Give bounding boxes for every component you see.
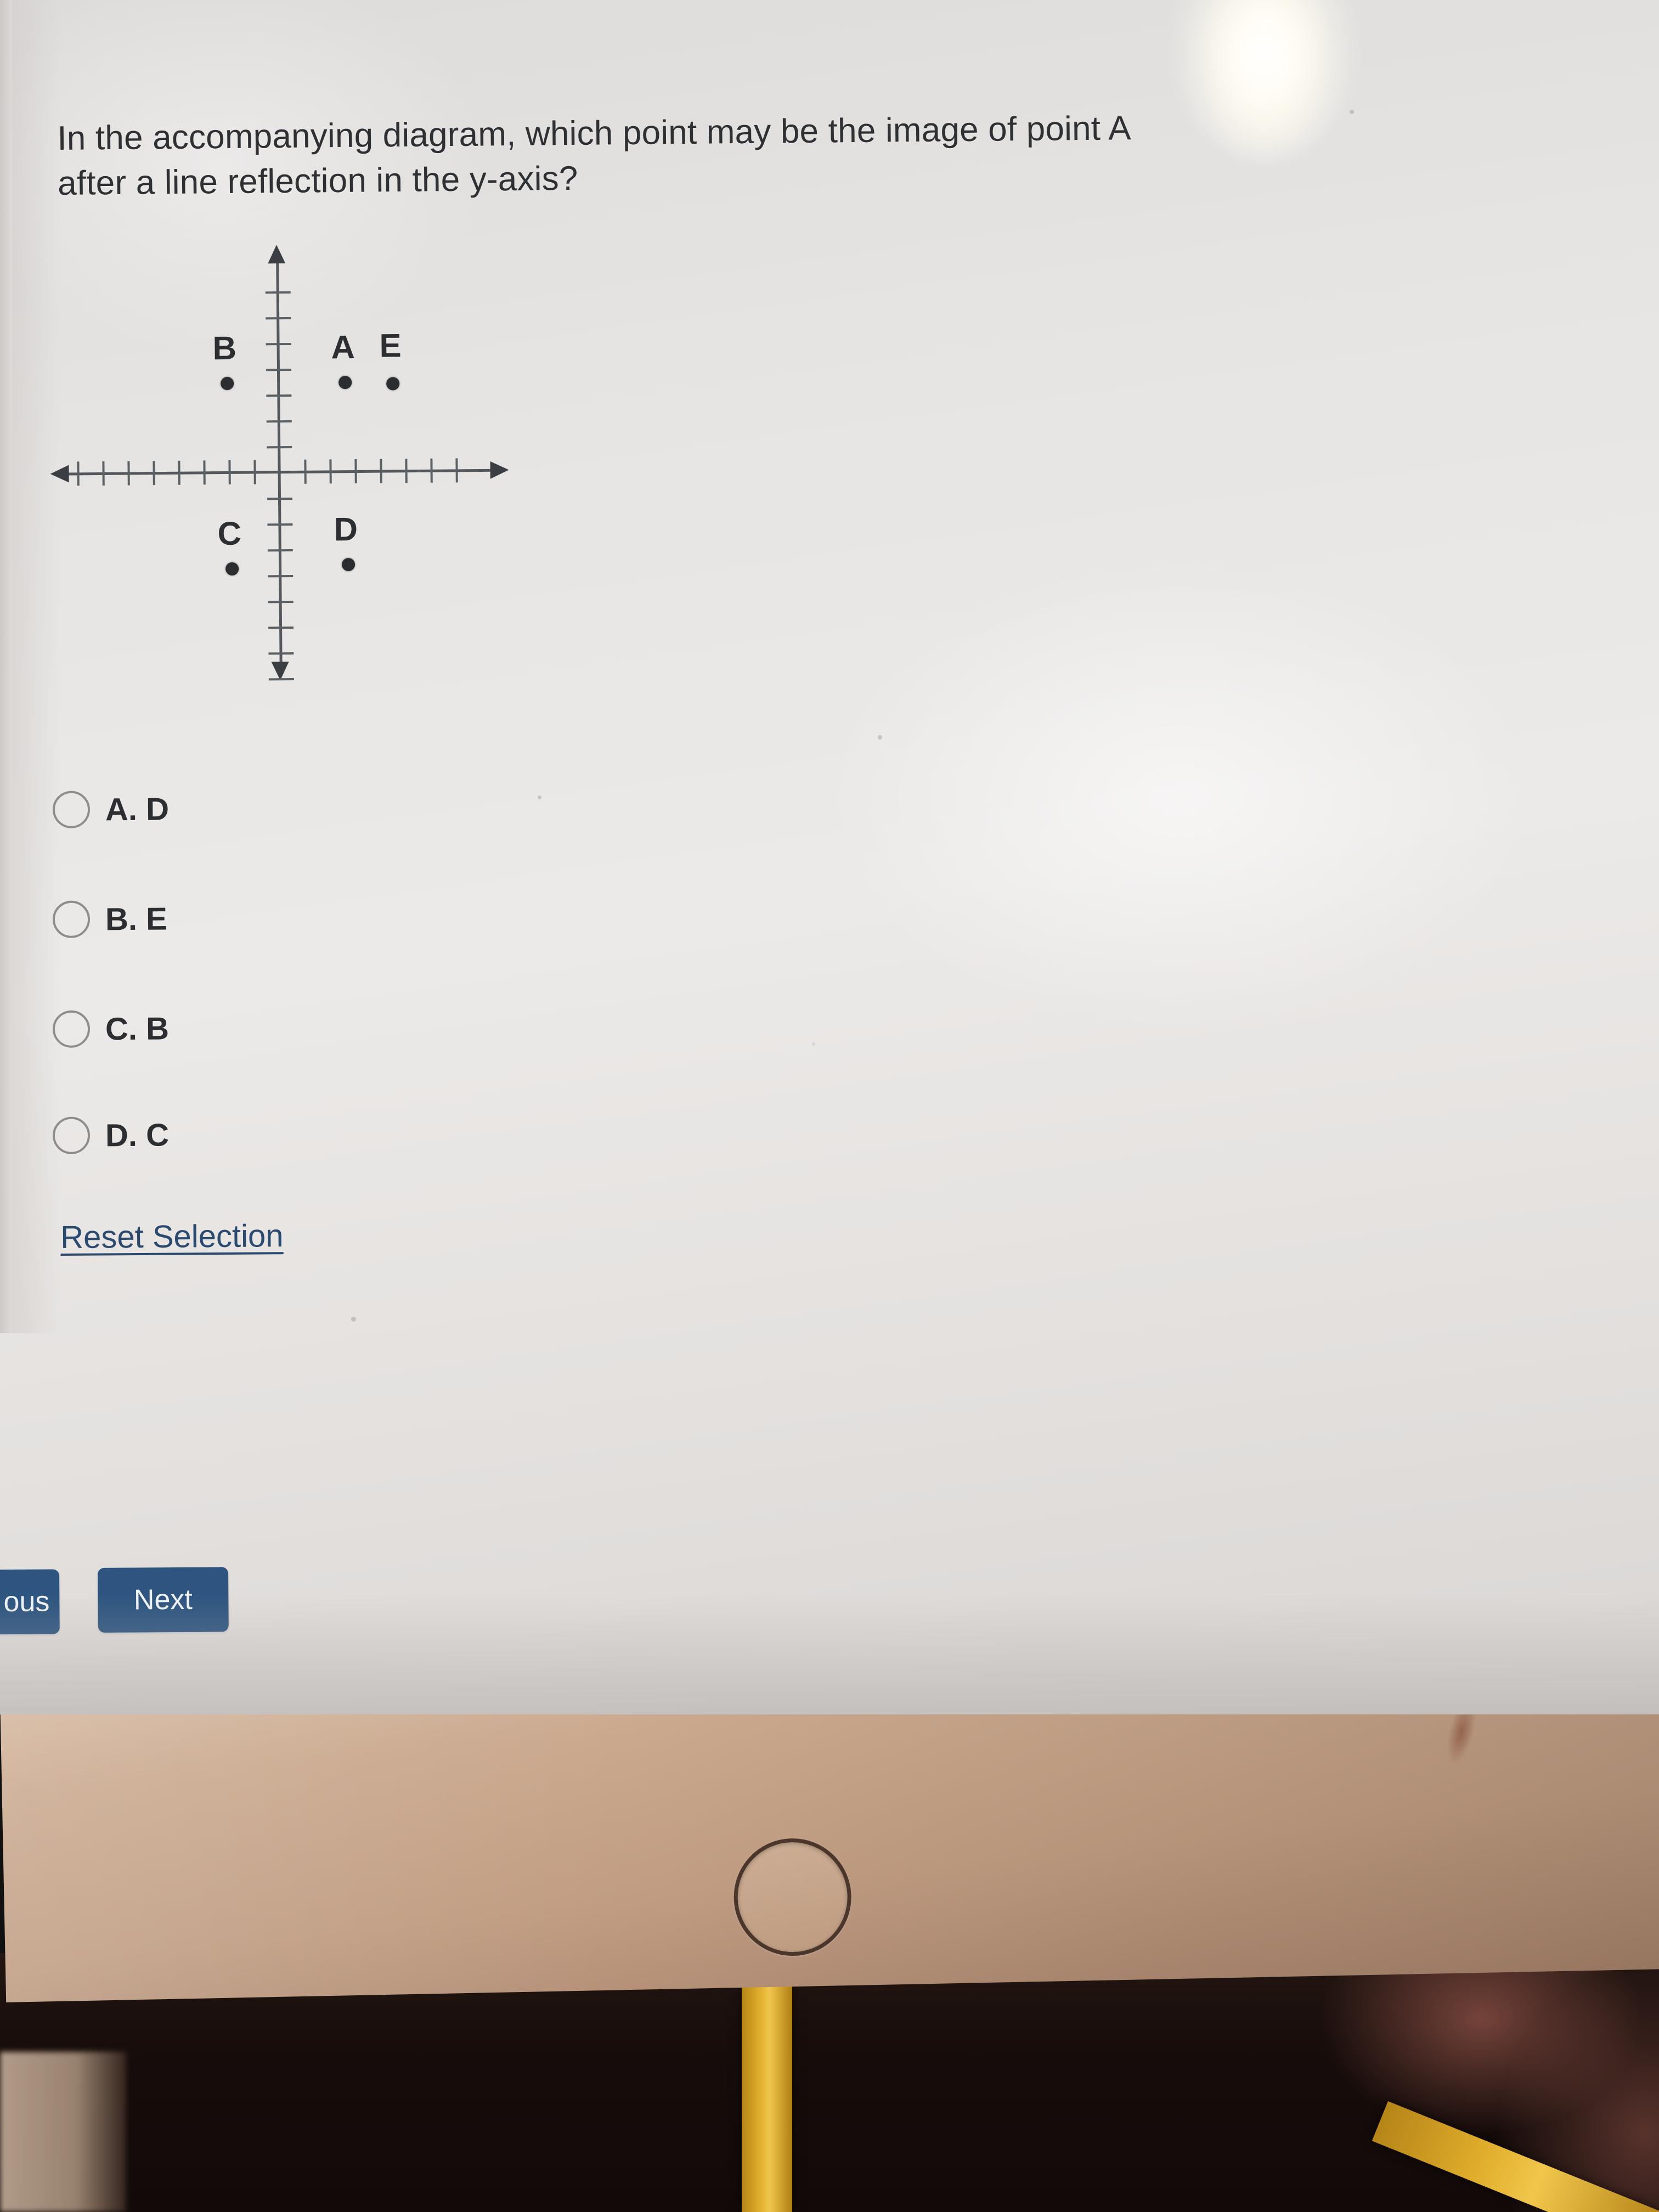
x-axis-right-arrow <box>490 461 509 479</box>
radio-button-d[interactable] <box>52 1116 91 1154</box>
answer-option-b-label: B. E <box>105 901 168 937</box>
graph-point-a <box>338 376 352 390</box>
y-axis-tick <box>268 574 294 578</box>
x-axis-tick <box>228 460 231 484</box>
y-axis-tick <box>268 626 294 629</box>
x-axis-tick <box>430 458 433 483</box>
coordinate-plane-diagram: B A E C D <box>38 242 536 686</box>
y-axis-tick <box>266 342 291 346</box>
tablet-screen: In the accompanying diagram, which point… <box>0 0 1659 1714</box>
y-axis-tick <box>266 394 292 397</box>
answer-option-a-label: A. D <box>105 791 170 827</box>
x-axis-left-arrow <box>50 465 69 483</box>
y-axis-tick <box>268 652 294 655</box>
reset-selection-link[interactable]: Reset Selection <box>60 1217 284 1256</box>
graph-point-b <box>221 376 234 391</box>
answer-option-c-label: C. B <box>105 1011 170 1047</box>
y-axis-tick <box>268 678 294 681</box>
y-axis-tick <box>267 497 293 500</box>
x-axis-tick <box>203 460 206 485</box>
x-axis-tick <box>455 458 458 483</box>
x-axis-tick <box>380 459 382 483</box>
y-axis-tick <box>267 549 293 552</box>
radio-button-a[interactable] <box>52 791 91 828</box>
x-axis-tick <box>102 461 105 486</box>
y-axis-tick <box>266 368 291 371</box>
y-axis-up-arrow <box>267 245 286 264</box>
pencil <box>742 1975 792 2212</box>
graph-label-a: A <box>331 328 356 366</box>
graph-point-d <box>341 557 356 572</box>
y-axis-tick <box>266 420 292 423</box>
y-axis-tick <box>265 291 291 294</box>
x-axis-tick <box>354 459 357 483</box>
x-axis-tick <box>178 460 180 485</box>
radio-button-c[interactable] <box>52 1010 91 1048</box>
graph-label-d: D <box>334 510 358 548</box>
answer-option-d[interactable]: D. C <box>52 1109 170 1162</box>
previous-button-label: ous <box>3 1585 50 1618</box>
graph-label-c: C <box>217 515 242 552</box>
y-axis-tick <box>268 600 294 603</box>
x-axis-tick <box>253 460 256 484</box>
quiz-content: In the accompanying diagram, which point… <box>0 0 1659 1714</box>
x-axis-tick <box>127 461 130 486</box>
graph-label-e: E <box>379 327 402 364</box>
floor-edge <box>0 2052 126 2212</box>
graph-label-b: B <box>212 329 237 367</box>
x-axis-tick <box>304 459 307 484</box>
y-axis-tick <box>267 523 293 526</box>
answer-option-c[interactable]: C. B <box>52 1002 170 1056</box>
next-button[interactable]: Next <box>98 1567 229 1633</box>
graph-point-c <box>225 562 239 576</box>
y-axis-tick <box>266 317 291 320</box>
radio-button-b[interactable] <box>52 900 91 938</box>
x-axis-tick <box>329 459 332 484</box>
question-text: In the accompanying diagram, which point… <box>57 102 1539 207</box>
next-button-label: Next <box>133 1583 193 1616</box>
screenshot-photo: In the accompanying diagram, which point… <box>0 0 1659 2212</box>
x-axis-tick <box>153 461 155 486</box>
answer-option-d-label: D. C <box>105 1117 170 1153</box>
graph-point-e <box>386 377 400 391</box>
x-axis <box>66 469 500 476</box>
previous-button[interactable]: ous <box>0 1569 60 1635</box>
y-axis <box>276 259 283 676</box>
answer-option-b[interactable]: B. E <box>52 893 168 946</box>
y-axis-tick <box>267 445 292 449</box>
answer-option-a[interactable]: A. D <box>52 783 170 836</box>
x-axis-tick <box>405 459 408 483</box>
x-axis-tick <box>77 461 80 486</box>
